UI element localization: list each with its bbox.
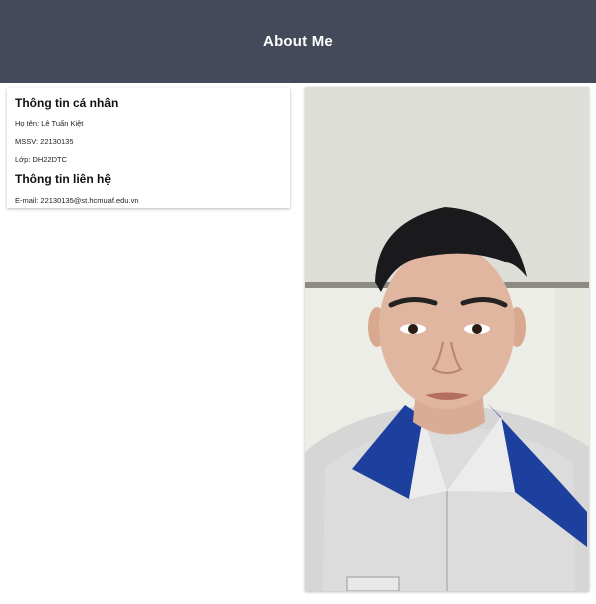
page-header: About Me (0, 0, 596, 83)
contact-info-heading: Thông tin liên hệ (15, 172, 111, 186)
student-id-text: MSSV: 22130135 (15, 137, 74, 146)
page-title: About Me (263, 33, 333, 50)
personal-info-heading: Thông tin cá nhân (15, 96, 119, 110)
info-card: Thông tin cá nhân Họ tên: Lê Tuấn Kiệt M… (7, 88, 290, 208)
profile-photo (305, 87, 589, 591)
email-text: E-mail: 22130135@st.hcmuaf.edu.vn (15, 196, 139, 205)
portrait-image (305, 87, 589, 591)
full-name-text: Họ tên: Lê Tuấn Kiệt (15, 119, 84, 128)
class-text: Lớp: DH22DTC (15, 155, 68, 164)
